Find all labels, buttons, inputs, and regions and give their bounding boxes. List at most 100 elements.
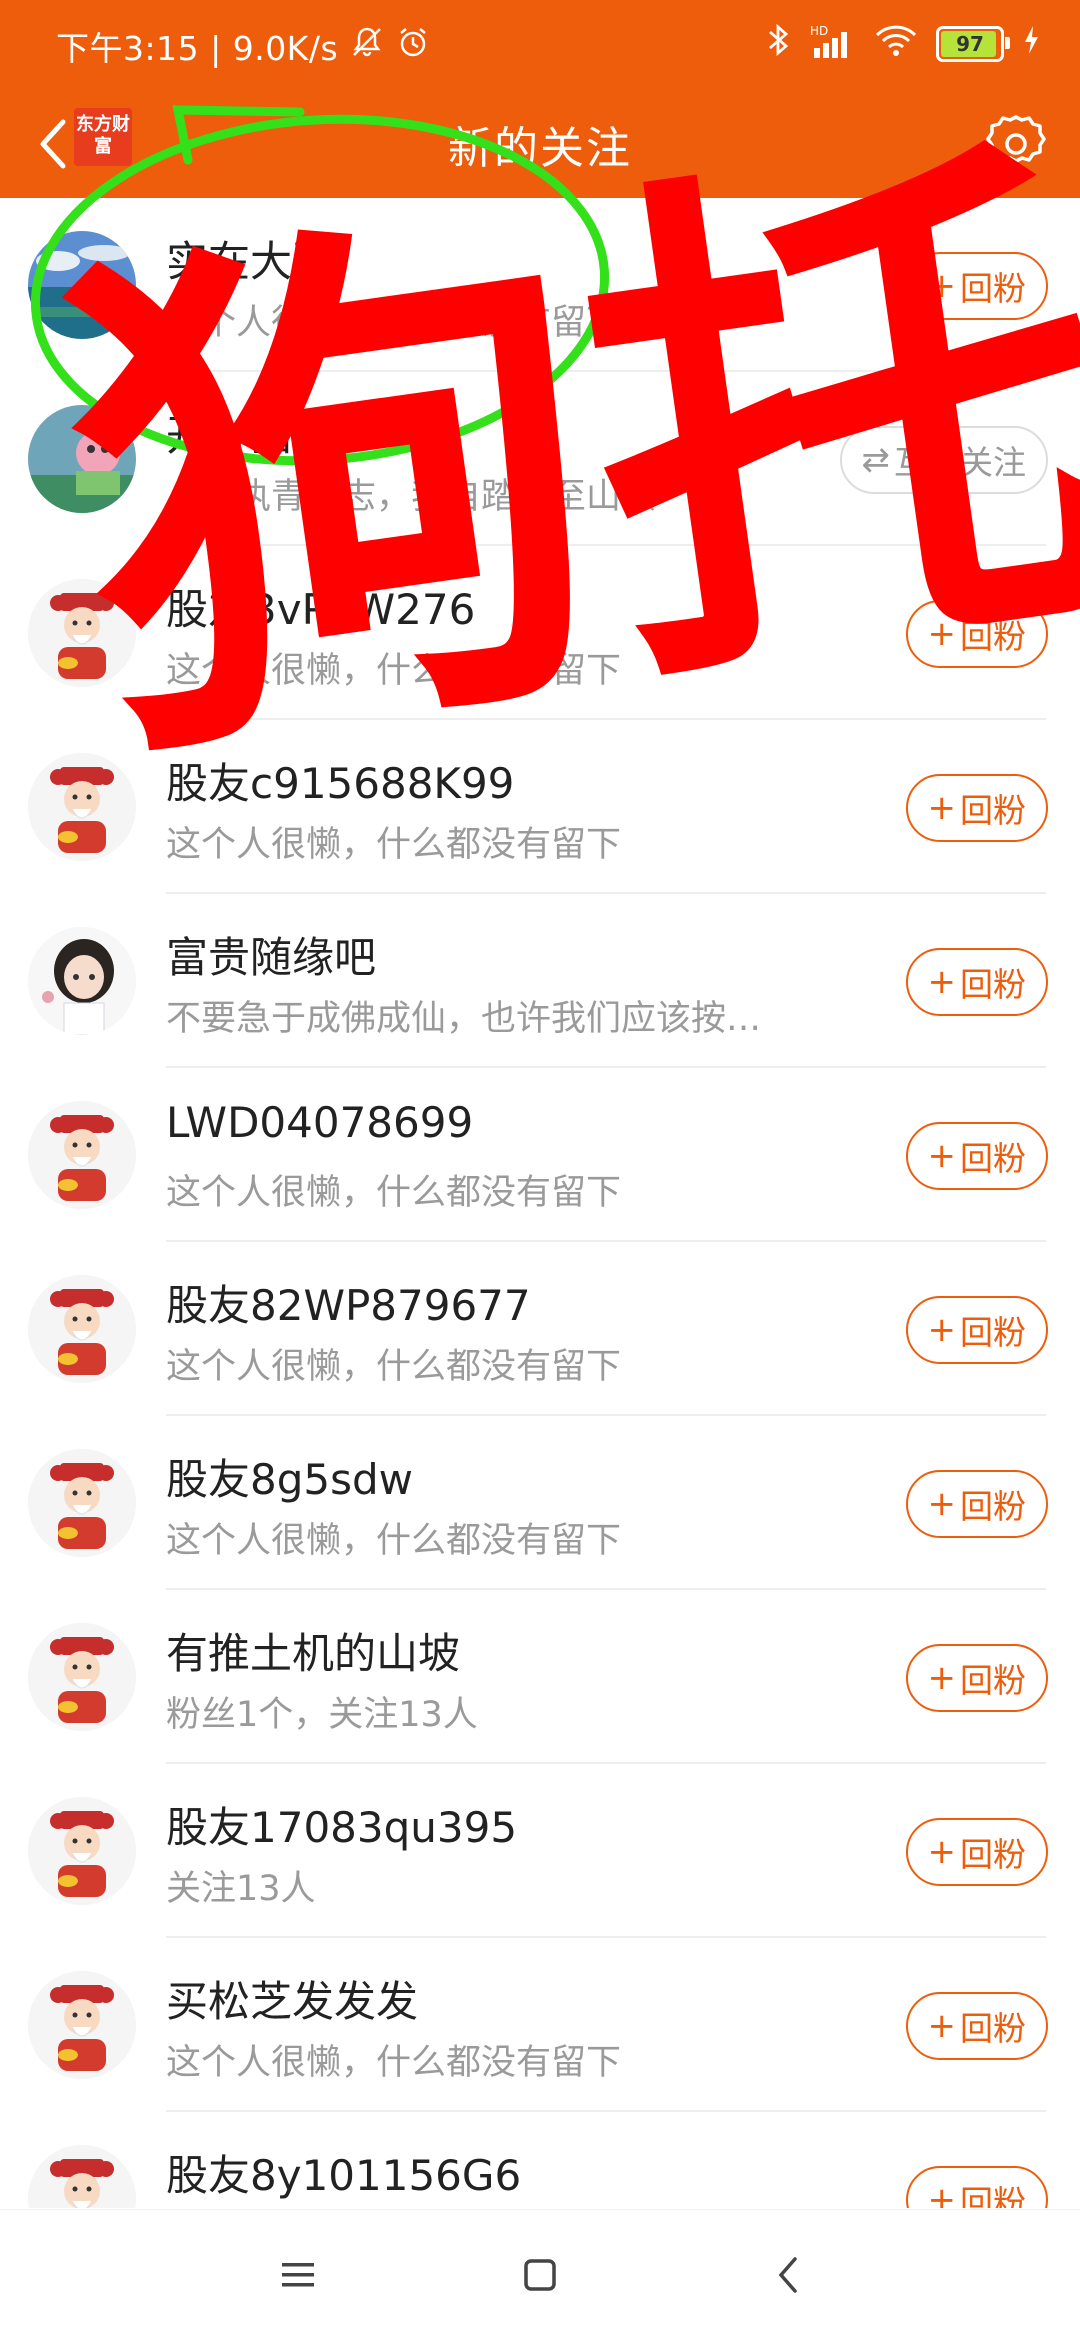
mutual-follow-button[interactable]: ⇄ 互相关注 [839, 426, 1048, 494]
user-description: 这个人很懒，什么都没有留下 [166, 1347, 622, 1387]
plus-icon: + [927, 1136, 957, 1176]
list-item[interactable]: 股友c915688K99 这个人很懒，什么都没有留下 + 回粉 [0, 720, 1080, 894]
avatar[interactable] [28, 1275, 136, 1383]
follow-back-button[interactable]: + 回粉 [905, 252, 1048, 320]
plus-icon: + [927, 1484, 957, 1524]
system-nav-bar [0, 2209, 1080, 2340]
status-left: 下午3:15 | 9.0K/s [56, 22, 430, 70]
avatar[interactable] [28, 1623, 136, 1731]
follow-button-label: 回粉 [960, 1313, 1026, 1352]
user-description: 这个人很懒，什么都没有留下 [166, 1173, 622, 1213]
user-description: 关注13人 [166, 1869, 316, 1909]
gear-icon [986, 115, 1046, 163]
user-name: 有推土机的山坡 [166, 1629, 461, 1678]
plus-icon: + [927, 1658, 957, 1698]
plus-icon: + [927, 614, 957, 654]
list-item[interactable]: 实在大哥 这个人很懒，什么都没有留下 + 回粉 [0, 198, 1080, 372]
avatar[interactable] [28, 2145, 136, 2208]
user-name: 股友17083qu395 [166, 1803, 518, 1852]
user-name: 开心猫 [166, 411, 293, 460]
avatar[interactable] [28, 1101, 136, 1209]
status-bar: 下午3:15 | 9.0K/s HD 97 [0, 0, 1080, 90]
mute-icon [350, 25, 384, 67]
app-header: 东方财富 新的关注 [0, 90, 1080, 198]
user-description: 这个人很懒，什么都没有留下 [166, 651, 622, 691]
list-item[interactable]: 买松芝发发发这个人很懒，什么都没有留下 + 回粉 [0, 1938, 1080, 2112]
plus-icon: + [927, 788, 957, 828]
list-item[interactable]: 股友17083qu395 关注13人 + 回粉 [0, 1764, 1080, 1938]
menu-icon [282, 2263, 314, 2287]
home-nav-button[interactable] [510, 2250, 570, 2300]
follow-button-label: 回粉 [960, 965, 1026, 1004]
user-name: 股友c915688K99 [166, 759, 515, 808]
bluetooth-icon [766, 22, 792, 65]
page-title: 新的关注 [448, 123, 632, 174]
list-item[interactable]: 开心猫人人执青云志，我自踏雪至山巅 ⇄ 互相关注 [0, 372, 1080, 546]
avatar[interactable] [28, 1797, 136, 1905]
list-item[interactable]: 股友82WP879677 这个人很懒，什么都没有留下 + 回粉 [0, 1242, 1080, 1416]
list-item[interactable]: 富贵随缘吧不要急于成佛成仙，也许我们应该按… + 回粉 [0, 894, 1080, 1068]
alarm-icon [396, 25, 430, 67]
follow-back-button[interactable]: + 回粉 [905, 948, 1048, 1016]
triangle-back-icon [778, 2257, 797, 2293]
follow-back-button[interactable]: + 回粉 [905, 774, 1048, 842]
list-item[interactable]: 有推土机的山坡粉丝1个，关注13人 + 回粉 [0, 1590, 1080, 1764]
list-item[interactable]: 股友3vP2W276 这个人很懒，什么都没有留下 + 回粉 [0, 546, 1080, 720]
user-name: 实在大哥 [166, 237, 335, 286]
follow-back-button[interactable]: + 回粉 [905, 1992, 1048, 2060]
plus-icon: + [927, 1310, 957, 1350]
list-item[interactable]: 股友8g5sdw 这个人很懒，什么都没有留下 + 回粉 [0, 1416, 1080, 1590]
user-description: 粉丝1个，关注13人 [166, 1695, 478, 1735]
follow-button-label: 回粉 [960, 1487, 1026, 1526]
user-name: 富贵随缘吧 [166, 933, 377, 982]
user-description: 不要急于成佛成仙，也许我们应该按… [166, 999, 762, 1039]
follower-list: 实在大哥 这个人很懒，什么都没有留下 + 回粉 开心猫 人人执青云志，我自踏雪至山巅 ⇄ 互相… [0, 198, 1080, 2208]
plus-icon: + [927, 2006, 957, 2046]
follow-back-button[interactable]: + 回粉 [905, 1644, 1048, 1712]
follow-back-button[interactable]: + 回粉 [905, 600, 1048, 668]
avatar[interactable] [28, 1971, 136, 2079]
avatar[interactable] [28, 405, 136, 513]
avatar[interactable] [28, 579, 136, 687]
follow-back-button[interactable]: + 回粉 [905, 1818, 1048, 1886]
list-item[interactable]: LWD04078699 这个人很懒，什么都没有留下 + 回粉 [0, 1068, 1080, 1242]
follow-back-button[interactable]: + 回粉 [905, 2166, 1048, 2208]
plus-icon: + [927, 1832, 957, 1872]
user-name: 股友3vP2W276 [166, 585, 476, 634]
follow-button-label: 回粉 [960, 2183, 1026, 2208]
follow-back-button[interactable]: + 回粉 [905, 1470, 1048, 1538]
follow-back-button[interactable]: + 回粉 [905, 1296, 1048, 1364]
signal-icon: HD [810, 24, 856, 60]
user-name: 买松芝发发发 [166, 1977, 419, 2026]
user-description: 这个人很懒，什么都没有留下 [166, 825, 622, 865]
user-description: 人人执青云志，我自踏雪至山巅 [166, 477, 657, 517]
status-time-speed: 下午3:15 | 9.0K/s [56, 29, 339, 68]
avatar[interactable] [28, 231, 136, 339]
user-name: 股友82WP879677 [166, 1281, 531, 1330]
follow-button-label: 回粉 [960, 1661, 1026, 1700]
follow-button-label: 回粉 [960, 2009, 1026, 2048]
list-item[interactable]: 股友8y101156G6 + 回粉 [0, 2112, 1080, 2208]
plus-icon: + [927, 2180, 957, 2208]
follow-button-label: 回粉 [960, 1139, 1026, 1178]
user-description: 这个人很懒，什么都没有留下 [166, 1521, 622, 1561]
avatar[interactable] [28, 927, 136, 1035]
square-icon [524, 2259, 556, 2291]
swap-icon: ⇄ [861, 440, 891, 480]
wifi-icon [874, 23, 918, 64]
follow-button-label: 回粉 [960, 791, 1026, 830]
follow-button-label: 回粉 [960, 1835, 1026, 1874]
avatar[interactable] [28, 753, 136, 861]
battery-level: 97 [956, 31, 984, 56]
plus-icon: + [927, 266, 957, 306]
user-description: 这个人很懒，什么都没有留下 [166, 2043, 622, 2083]
settings-button[interactable] [980, 108, 1052, 180]
user-name: 股友8y101156G6 [166, 2151, 522, 2200]
user-name: 股友8g5sdw [166, 1455, 413, 1504]
avatar[interactable] [28, 1449, 136, 1557]
follow-button-label: 回粉 [960, 269, 1026, 308]
menu-nav-button[interactable] [268, 2250, 328, 2300]
follow-back-button[interactable]: + 回粉 [905, 1122, 1048, 1190]
network-label: HD [810, 23, 829, 38]
back-nav-button[interactable] [758, 2250, 818, 2300]
